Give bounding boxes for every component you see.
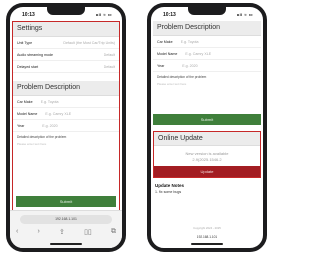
setting-label: Unit Type xyxy=(17,40,33,45)
problem-description-header: Problem Description xyxy=(153,21,261,36)
model-name-field[interactable]: Model Name E.g. Camry XLE xyxy=(13,108,119,120)
year-field[interactable]: Year E.g. 2020 xyxy=(153,60,261,72)
field-label: Car Make xyxy=(17,99,33,104)
setting-label: Delayed start xyxy=(17,64,39,69)
setting-label: Audio streaming mode xyxy=(17,52,53,57)
field-label: Model Name xyxy=(17,111,38,116)
url-bar[interactable]: 192.168.1.101 xyxy=(20,215,112,224)
model-name-field[interactable]: Model Name E.g. Camry XLE xyxy=(153,48,261,60)
status-icons: all ≈ ▭ xyxy=(236,12,253,17)
status-bar: 10:13 all ≈ ▭ xyxy=(151,7,263,21)
setting-row-audio-mode[interactable]: Audio streaming mode Default xyxy=(13,49,119,61)
submit-button[interactable]: Submit xyxy=(153,114,261,125)
setting-row-delayed-start[interactable]: Delayed start Default xyxy=(13,61,119,73)
browser-nav: ‹ › ⇪ ▯▯ ⧉ xyxy=(16,228,116,236)
description-label: Detailed description of the problem xyxy=(157,75,207,79)
field-label: Car Make xyxy=(157,39,173,44)
problem-description-header: Problem Description xyxy=(13,81,119,96)
year-field[interactable]: Year E.g. 2020 xyxy=(13,120,119,132)
bookmarks-icon[interactable]: ▯▯ xyxy=(84,228,92,236)
footer-copyright: Copyright 2024 - 2025 xyxy=(193,226,221,230)
setting-value: Default xyxy=(103,64,115,69)
share-icon[interactable]: ⇪ xyxy=(59,228,65,236)
back-icon[interactable]: ‹ xyxy=(16,228,18,236)
setting-row-unit-type[interactable]: Unit Type Default (the Most Car/Trip Uni… xyxy=(13,37,119,49)
update-button[interactable]: Update xyxy=(154,166,260,177)
field-placeholder: E.g. Camry XLE xyxy=(45,111,72,116)
status-time: 10:13 xyxy=(22,12,35,18)
field-label: Year xyxy=(17,123,25,128)
field-placeholder: E.g. Toyota xyxy=(40,99,59,104)
status-icons: all ≈ ▭ xyxy=(95,12,112,17)
settings-header: Settings xyxy=(13,22,119,37)
problem-form: Car Make E.g. Toyota Model Name E.g. Cam… xyxy=(153,36,261,102)
phone-left: 10:13 all ≈ ▭ Settings Unit Type Default… xyxy=(6,3,126,252)
update-notes-item: 1. fix some bugs xyxy=(155,190,182,194)
url-text: 192.168.1.101 xyxy=(55,217,77,221)
dynamic-island xyxy=(47,7,85,15)
update-version: 2.9(2025.1546.2 xyxy=(192,157,222,162)
phone-right: 10:13 all ≈ ▭ Problem Description Car Ma… xyxy=(147,3,267,252)
dynamic-island xyxy=(188,7,226,15)
browser-toolbar: 192.168.1.101 ‹ › ⇪ ▯▯ ⧉ xyxy=(10,210,122,248)
online-update-header: Online Update xyxy=(154,132,260,146)
update-notes-title: Update Notes xyxy=(155,183,185,188)
description-textarea[interactable]: Please enter text here xyxy=(13,140,119,160)
setting-value: Default xyxy=(103,52,115,57)
status-time: 10:13 xyxy=(163,12,176,18)
content-highlight-frame: Settings Unit Type Default (the Most Car… xyxy=(12,21,120,214)
field-placeholder: E.g. Toyota xyxy=(180,39,199,44)
setting-value: Default (the Most Car/Trip Units) xyxy=(63,40,115,45)
submit-button[interactable]: Submit xyxy=(16,196,116,207)
car-make-field[interactable]: Car Make E.g. Toyota xyxy=(13,96,119,108)
update-message: New version is available xyxy=(185,151,229,156)
field-placeholder: E.g. 2020 xyxy=(182,63,198,68)
field-placeholder: E.g. Camry XLE xyxy=(185,51,212,56)
field-placeholder: E.g. 2020 xyxy=(42,123,58,128)
field-label: Year xyxy=(157,63,165,68)
description-label: Detailed description of the problem xyxy=(17,135,67,139)
online-update-panel: Online Update New version is available 2… xyxy=(153,131,261,178)
home-indicator xyxy=(50,243,82,245)
tabs-icon[interactable]: ⧉ xyxy=(111,228,116,236)
car-make-field[interactable]: Car Make E.g. Toyota xyxy=(153,36,261,48)
status-bar: 10:13 all ≈ ▭ xyxy=(10,7,122,21)
forward-icon[interactable]: › xyxy=(38,228,40,236)
home-indicator xyxy=(191,243,223,245)
field-label: Model Name xyxy=(157,51,178,56)
description-textarea[interactable]: Please enter text here xyxy=(153,80,261,102)
url-text: 192.168.1.101 xyxy=(196,235,218,239)
url-bar[interactable]: 192.168.1.101 xyxy=(151,235,263,239)
